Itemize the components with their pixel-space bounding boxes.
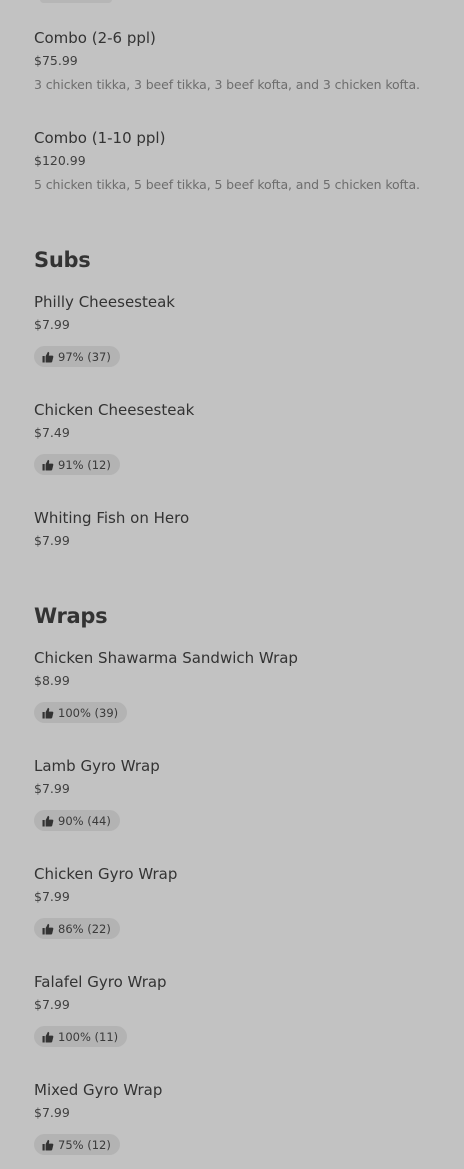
menu-item-mixed-gyro-wrap[interactable]: Mixed Gyro Wrap $7.99 75% (12) — [34, 1080, 444, 1155]
section-title-wraps: Wraps — [34, 604, 108, 628]
section-title-subs: Subs — [34, 248, 91, 272]
rating-badge: 91% (12) — [34, 454, 120, 475]
item-price: $7.99 — [34, 997, 70, 1012]
menu-item-whiting-fish-on-hero[interactable]: Whiting Fish on Hero $7.99 — [34, 508, 444, 549]
item-description: 5 chicken tikka, 5 beef tikka, 5 beef ko… — [34, 177, 420, 192]
rating-badge: 100% (11) — [34, 1026, 128, 1047]
menu-item-philly-cheesesteak[interactable]: Philly Cheesesteak $7.99 97% (37) — [34, 292, 444, 367]
item-price: $7.49 — [34, 425, 70, 440]
menu-item-chicken-cheesesteak[interactable]: Chicken Cheesesteak $7.49 91% (12) — [34, 400, 444, 475]
item-name: Chicken Gyro Wrap — [34, 865, 178, 883]
item-name: Lamb Gyro Wrap — [34, 757, 160, 775]
item-price: $7.99 — [34, 889, 70, 904]
menu-item-chicken-gyro-wrap[interactable]: Chicken Gyro Wrap $7.99 86% (22) — [34, 864, 444, 939]
rating-text: 75% (12) — [58, 1137, 111, 1152]
thumbs-up-icon — [42, 1031, 54, 1042]
menu-item-falafel-gyro-wrap[interactable]: Falafel Gyro Wrap $7.99 100% (11) — [34, 972, 444, 1047]
item-price: $8.99 — [34, 673, 70, 688]
item-price: $7.99 — [34, 781, 70, 796]
thumbs-up-icon — [42, 351, 54, 362]
thumbs-up-icon — [42, 923, 54, 934]
rating-badge: 75% (12) — [34, 1134, 120, 1155]
menu-item-chicken-shawarma-wrap[interactable]: Chicken Shawarma Sandwich Wrap $8.99 100… — [34, 648, 444, 723]
thumbs-up-icon — [42, 459, 54, 470]
item-name: Falafel Gyro Wrap — [34, 973, 167, 991]
item-name: Chicken Shawarma Sandwich Wrap — [34, 649, 298, 667]
item-price: $7.99 — [34, 533, 70, 548]
rating-text: 100% (11) — [58, 1029, 119, 1044]
item-name: Whiting Fish on Hero — [34, 509, 190, 527]
rating-badge: 97% (37) — [34, 346, 120, 367]
rating-text: 97% (37) — [58, 349, 111, 364]
thumbs-up-icon — [42, 815, 54, 826]
item-name: Chicken Cheesesteak — [34, 401, 195, 419]
item-price: $7.99 — [34, 317, 70, 332]
rating-text: 91% (12) — [58, 457, 111, 472]
menu-item-combo-2-6[interactable]: Combo (2-6 ppl) $75.99 3 chicken tikka, … — [34, 28, 444, 93]
menu-item-lamb-gyro-wrap[interactable]: Lamb Gyro Wrap $7.99 90% (44) — [34, 756, 444, 831]
rating-badge: 86% (22) — [34, 918, 120, 939]
item-name: Philly Cheesesteak — [34, 293, 175, 311]
item-description: 3 chicken tikka, 3 beef tikka, 3 beef ko… — [34, 77, 420, 92]
rating-text: 90% (44) — [58, 813, 111, 828]
rating-badge: 90% (44) — [34, 810, 120, 831]
menu-page: Combo (2-6 ppl) $75.99 3 chicken tikka, … — [0, 0, 464, 1169]
rating-badge: 100% (39) — [34, 702, 128, 723]
item-price: $75.99 — [34, 53, 78, 68]
rating-text: 86% (22) — [58, 921, 111, 936]
item-price: $120.99 — [34, 153, 86, 168]
item-price: $7.99 — [34, 1105, 70, 1120]
thumbs-up-icon — [42, 707, 54, 718]
menu-item-combo-1-10[interactable]: Combo (1-10 ppl) $120.99 5 chicken tikka… — [34, 128, 444, 193]
thumbs-up-icon — [42, 1139, 54, 1150]
item-name: Mixed Gyro Wrap — [34, 1081, 163, 1099]
item-name: Combo (1-10 ppl) — [34, 129, 166, 147]
item-name: Combo (2-6 ppl) — [34, 29, 156, 47]
previous-item-badge — [40, 0, 112, 3]
rating-text: 100% (39) — [58, 705, 119, 720]
